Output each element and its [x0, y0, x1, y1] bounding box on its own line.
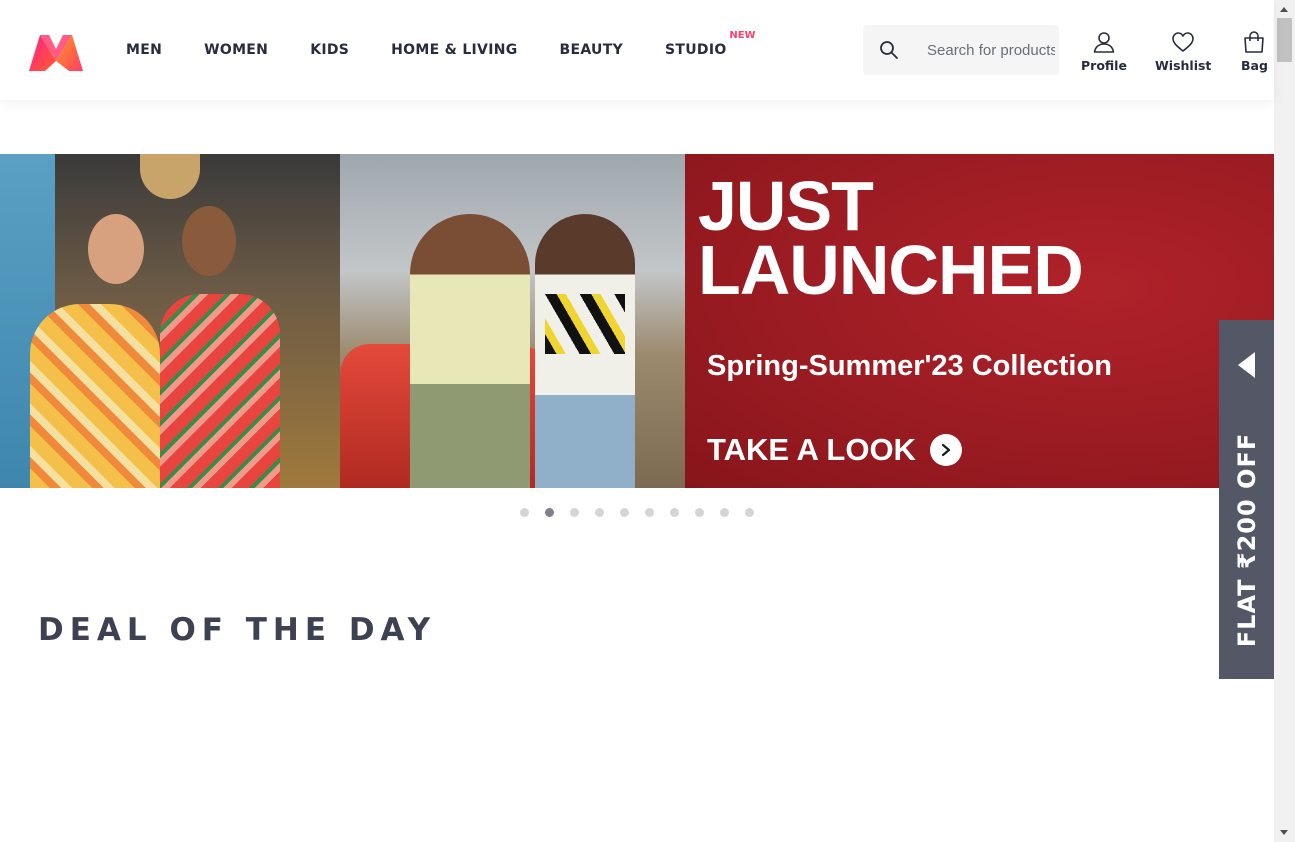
search-box[interactable]: [863, 25, 1059, 75]
banner-headline: JUST LAUNCHED: [698, 167, 1084, 309]
banner-image-women: [0, 154, 340, 488]
banner-promo-panel: JUST LAUNCHED Spring-Summer'23 Collectio…: [685, 154, 1274, 488]
new-badge: NEW: [729, 30, 756, 41]
take-a-look-button[interactable]: TAKE A LOOK: [707, 432, 962, 468]
wishlist-label: Wishlist: [1155, 58, 1212, 73]
carousel-dots: [520, 508, 770, 517]
carousel-dot[interactable]: [520, 508, 529, 517]
wishlist-button[interactable]: Wishlist: [1155, 30, 1211, 73]
flat-offer-tab[interactable]: FLAT ₹200 OFF: [1219, 320, 1274, 679]
carousel-dot[interactable]: [695, 508, 704, 517]
bag-label: Bag: [1241, 58, 1268, 73]
triangle-left-icon[interactable]: [1238, 352, 1255, 378]
profile-label: Profile: [1081, 58, 1127, 73]
carousel-dot[interactable]: [570, 508, 579, 517]
bag-icon: [1244, 31, 1265, 53]
user-icon: [1093, 32, 1115, 53]
nav-item-men[interactable]: MEN: [126, 42, 162, 58]
main-nav: MEN WOMEN KIDS HOME & LIVING BEAUTY STUD…: [126, 0, 769, 100]
bag-button[interactable]: Bag: [1241, 30, 1268, 73]
page-scrollbar[interactable]: [1274, 0, 1295, 842]
deal-of-the-day-title: DEAL OF THE DAY: [38, 612, 437, 648]
nav-item-kids[interactable]: KIDS: [310, 42, 349, 58]
search-input[interactable]: [915, 25, 1055, 75]
search-icon[interactable]: [879, 40, 899, 60]
chevron-right-icon: [929, 434, 962, 466]
myntra-logo-icon[interactable]: [25, 31, 87, 75]
carousel-dot[interactable]: [645, 508, 654, 517]
site-header: MEN WOMEN KIDS HOME & LIVING BEAUTY STUD…: [0, 0, 1274, 100]
nav-item-home-living[interactable]: HOME & LIVING: [391, 42, 517, 58]
banner-image-men: [340, 154, 685, 488]
carousel-dot[interactable]: [620, 508, 629, 517]
banner-subtitle: Spring-Summer'23 Collection: [707, 350, 1112, 382]
nav-item-beauty[interactable]: BEAUTY: [560, 42, 624, 58]
hero-banner[interactable]: JUST LAUNCHED Spring-Summer'23 Collectio…: [0, 154, 1274, 488]
nav-item-studio-label: STUDIO: [665, 42, 727, 58]
carousel-dot[interactable]: [670, 508, 679, 517]
scroll-up-icon[interactable]: [1280, 7, 1288, 12]
heart-icon: [1172, 32, 1195, 52]
carousel-dot[interactable]: [745, 508, 754, 517]
scroll-thumb[interactable]: [1277, 18, 1292, 62]
scroll-down-icon[interactable]: [1280, 830, 1288, 835]
carousel-dot[interactable]: [545, 508, 554, 517]
profile-button[interactable]: Profile: [1081, 30, 1127, 73]
offer-text: FLAT ₹200 OFF: [1233, 432, 1261, 648]
take-a-look-label: TAKE A LOOK: [707, 432, 916, 467]
nav-item-women[interactable]: WOMEN: [204, 42, 268, 58]
carousel-dot[interactable]: [595, 508, 604, 517]
nav-item-studio[interactable]: STUDIO NEW: [665, 30, 756, 58]
carousel-dot[interactable]: [720, 508, 729, 517]
